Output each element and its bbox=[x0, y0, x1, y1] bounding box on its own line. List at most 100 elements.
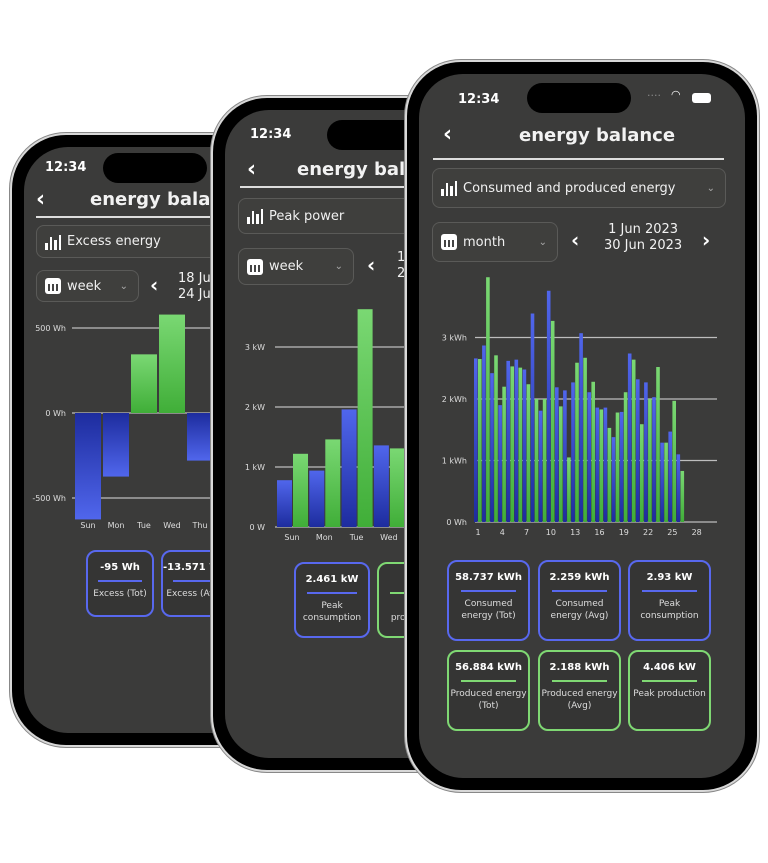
y-tick-label: 2 kWh bbox=[442, 395, 467, 404]
stat-value: 56.884 kWh bbox=[455, 662, 522, 673]
produced-bar bbox=[567, 457, 571, 522]
produced-bar bbox=[293, 453, 308, 527]
produced-bar bbox=[357, 309, 373, 527]
consumed-bar bbox=[498, 405, 502, 522]
produced-bar bbox=[494, 355, 498, 522]
produced-bar bbox=[680, 470, 685, 522]
y-tick-label: 1 kW bbox=[245, 463, 265, 472]
stat-value: -95 Wh bbox=[100, 562, 140, 573]
stat-card: 2.259 kWh Consumed energy (Avg) bbox=[538, 560, 621, 641]
produced-bar bbox=[502, 386, 506, 522]
stat-card: 56.884 kWh Produced energy (Tot) bbox=[447, 650, 530, 731]
produced-bar bbox=[656, 367, 660, 522]
y-tick-label: 0 Wh bbox=[446, 518, 467, 527]
consumed-bar bbox=[506, 360, 510, 522]
bar bbox=[103, 413, 129, 477]
bar bbox=[75, 413, 101, 520]
x-tick-label: Mon bbox=[108, 521, 125, 530]
stat-card: 4.406 kW Peak production bbox=[628, 650, 711, 731]
consumed-bar bbox=[644, 382, 648, 522]
stat-card: -95 Wh Excess (Tot) bbox=[86, 550, 154, 617]
stat-card: 2.188 kWh Produced energy (Avg) bbox=[538, 650, 621, 731]
consumed-bar bbox=[277, 480, 292, 527]
x-tick-label: Wed bbox=[163, 521, 180, 530]
consumed-bar bbox=[587, 392, 591, 522]
x-tick-label: 19 bbox=[619, 528, 629, 537]
bar bbox=[187, 413, 213, 461]
stat-color-line bbox=[641, 680, 698, 682]
stat-color-line bbox=[551, 680, 608, 682]
stat-color-line bbox=[172, 580, 218, 582]
x-tick-label: Mon bbox=[316, 533, 333, 542]
consumed-bar bbox=[538, 410, 543, 522]
produced-bar bbox=[559, 406, 563, 522]
stat-card: 58.737 kWh Consumed energy (Tot) bbox=[447, 560, 530, 641]
consumed-bar bbox=[619, 411, 624, 522]
consumed-bar bbox=[522, 369, 527, 522]
x-tick-label: 13 bbox=[570, 528, 580, 537]
stat-label: Peak production bbox=[633, 689, 706, 699]
x-tick-label: Sun bbox=[80, 521, 95, 530]
stat-value: 2.259 kWh bbox=[549, 572, 610, 583]
consumed-bar bbox=[668, 431, 672, 522]
produced-bar bbox=[623, 392, 628, 522]
x-tick-label: Sun bbox=[284, 533, 299, 542]
consumed-produced-chart: 0 Wh 1 kWh 2 kWh 3 kWh 1 4 7 10 13 16 19 22 25 28 bbox=[442, 277, 717, 537]
produced-bar bbox=[510, 366, 514, 522]
produced-bar bbox=[478, 359, 482, 522]
produced-bar bbox=[607, 427, 612, 522]
consumed-bar bbox=[514, 359, 519, 522]
y-tick-label: 2 kW bbox=[245, 403, 265, 412]
x-tick-label: 4 bbox=[500, 528, 505, 537]
consumed-bar bbox=[595, 407, 600, 522]
produced-bar bbox=[672, 400, 676, 522]
y-tick-label: 0 Wh bbox=[45, 409, 66, 418]
stat-card: 2.93 kW Peak consumption bbox=[628, 560, 711, 641]
consumed-bar bbox=[482, 345, 486, 522]
stat-label: Excess (Tot) bbox=[93, 589, 147, 599]
stat-color-line bbox=[306, 592, 358, 594]
produced-bar bbox=[640, 424, 644, 522]
consumed-bar bbox=[636, 379, 640, 522]
produced-bar bbox=[591, 381, 595, 522]
x-tick-label: 7 bbox=[524, 528, 529, 537]
consumed-bar bbox=[546, 290, 551, 522]
consumed-bar bbox=[309, 470, 325, 527]
x-tick-label: 16 bbox=[594, 528, 604, 537]
stat-label: Peak consumption bbox=[302, 601, 362, 623]
stat-value: 58.737 kWh bbox=[455, 572, 522, 583]
produced-bar bbox=[648, 399, 652, 522]
y-tick-label: -500 Wh bbox=[32, 494, 66, 503]
y-tick-label: 3 kW bbox=[245, 343, 265, 352]
produced-bar bbox=[550, 320, 555, 522]
produced-bar bbox=[631, 359, 636, 522]
consumed-bar bbox=[530, 313, 535, 522]
produced-bar bbox=[583, 357, 587, 522]
consumed-bar bbox=[474, 358, 478, 522]
x-tick-label: Wed bbox=[380, 533, 397, 542]
consumed-bar bbox=[627, 353, 632, 522]
stat-value: 2.188 kWh bbox=[549, 662, 610, 673]
stat-label: Consumed energy (Avg) bbox=[550, 599, 609, 621]
produced-bar bbox=[575, 362, 579, 522]
x-tick-label: 22 bbox=[643, 528, 653, 537]
phone-consumed-produced: 12:34 ···· ◠ ‹ energy balance Consumed a… bbox=[407, 62, 757, 790]
produced-bar bbox=[534, 399, 539, 522]
produced-bar bbox=[526, 384, 531, 522]
x-tick-label: 1 bbox=[475, 528, 480, 537]
bar bbox=[159, 314, 185, 413]
y-tick-label: 1 kWh bbox=[442, 457, 467, 466]
stat-card: 2.461 kW Peak consumption bbox=[294, 562, 370, 638]
produced-bar bbox=[518, 367, 523, 522]
consumed-bar bbox=[579, 333, 583, 522]
produced-bar bbox=[389, 448, 405, 527]
consumed-bar bbox=[490, 373, 494, 522]
produced-bar bbox=[325, 439, 341, 527]
bar bbox=[131, 354, 157, 413]
produced-bar bbox=[615, 412, 620, 522]
x-tick-label: 25 bbox=[667, 528, 677, 537]
produced-bar bbox=[664, 442, 668, 522]
x-tick-label: 28 bbox=[692, 528, 702, 537]
stat-label: Produced energy (Tot) bbox=[450, 689, 527, 711]
consumed-bar bbox=[571, 382, 575, 522]
